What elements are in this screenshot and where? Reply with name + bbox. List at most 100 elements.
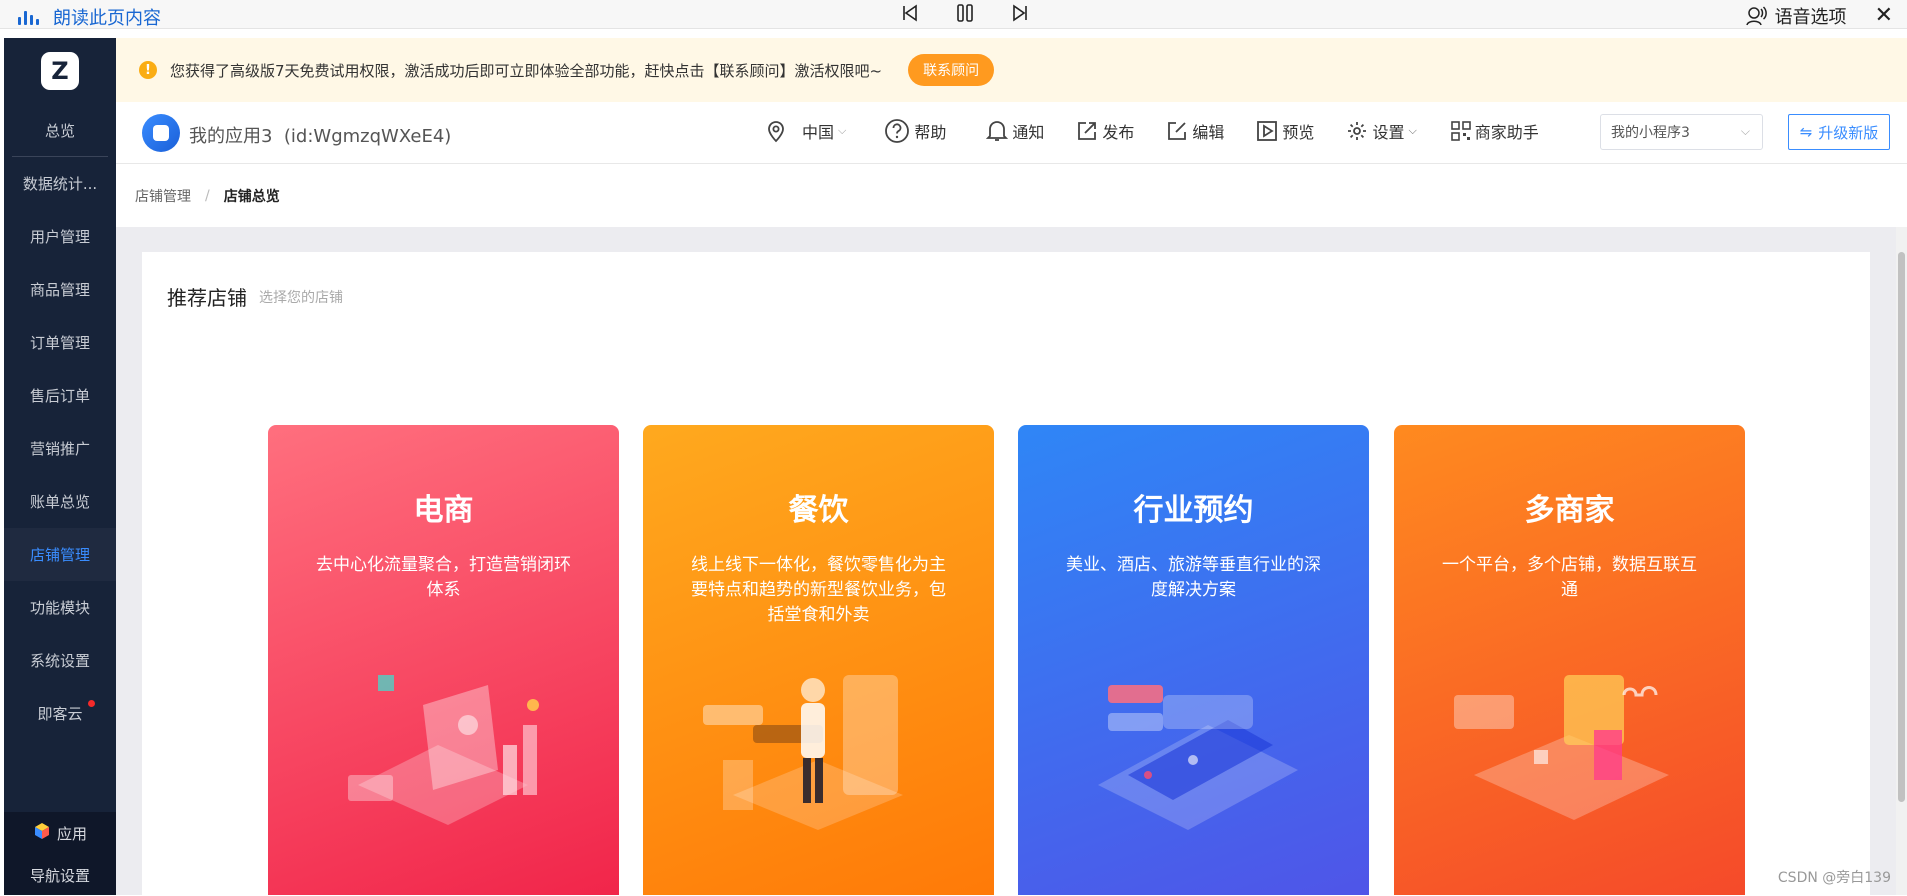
breadcrumb-item-store-management[interactable]: 店铺管理: [135, 186, 191, 206]
catering-illustration-icon: [693, 665, 943, 845]
sidebar-item-label: 总览: [45, 120, 75, 141]
sidebar-item-label: 用户管理: [30, 226, 90, 247]
sidebar-item-marketing[interactable]: 营销推广: [4, 422, 116, 475]
notify-label: 通知: [1012, 119, 1044, 143]
notification-dot: [88, 700, 95, 707]
help-icon: [884, 118, 910, 144]
sidebar-item-nav-settings[interactable]: 导航设置: [4, 854, 116, 896]
breadcrumb-item-store-overview: 店铺总览: [224, 186, 280, 206]
card-description: 线上线下一体化，餐饮零售化为主要特点和趋势的新型餐饮业务，包括堂食和外卖: [684, 553, 954, 628]
sidebar-item-jike-cloud[interactable]: 即客云: [4, 687, 116, 740]
sidebar-item-label: 订单管理: [30, 332, 90, 353]
sidebar-item-label: 应用: [57, 823, 87, 844]
swap-icon: ⇋: [1800, 123, 1813, 141]
edit-button[interactable]: 编辑: [1166, 119, 1224, 143]
chevron-down-icon: ⌵: [1408, 124, 1416, 138]
watermark: CSDN @旁白139: [1778, 867, 1891, 887]
region-select[interactable]: 中国 ⌵: [764, 119, 846, 143]
notify-button[interactable]: 通知: [986, 119, 1044, 143]
settings-label: 设置: [1372, 119, 1404, 143]
previous-icon[interactable]: [900, 3, 920, 23]
app-title: 我的应用3 (id:WgmzqWXeE4): [189, 122, 451, 148]
share-icon: [1076, 120, 1098, 142]
ecommerce-illustration-icon: [318, 665, 568, 845]
reservation-illustration-icon: [1068, 665, 1318, 845]
store-card-ecommerce[interactable]: 电商 去中心化流量聚合，打造营销闭环体系: [268, 425, 619, 895]
breadcrumb-separator: /: [205, 188, 210, 204]
sidebar-item-label: 数据统计...: [23, 173, 97, 194]
gear-icon: [1346, 120, 1368, 142]
chevron-down-icon: ⌵: [838, 124, 846, 138]
sidebar-item-label: 系统设置: [30, 650, 90, 671]
reader-toolbar: 朗读此页内容 语音选项 ✕: [0, 0, 1907, 29]
sidebar-item-orders[interactable]: 订单管理: [4, 316, 116, 369]
card-description: 一个平台，多个店铺，数据互联互通: [1435, 553, 1705, 603]
voice-icon: [1745, 5, 1767, 27]
mini-program-select[interactable]: 我的小程序3 ⌵: [1600, 114, 1763, 150]
sidebar-item-apps[interactable]: 应用: [4, 812, 116, 854]
read-aloud-button[interactable]: 朗读此页内容: [18, 4, 161, 30]
header-nav: 中国 ⌵ 帮助 通知 发布 编辑 预览 设置 ⌵ 商家: [764, 118, 1539, 144]
merchant-label: 商家助手: [1475, 119, 1539, 143]
logo[interactable]: Z: [4, 38, 116, 104]
card-title: 行业预约: [1018, 485, 1369, 529]
sidebar-item-overview[interactable]: 总览: [12, 104, 108, 157]
store-card-reservation[interactable]: 行业预约 美业、酒店、旅游等垂直行业的深度解决方案: [1018, 425, 1369, 895]
breadcrumb: 店铺管理 / 店铺总览: [116, 164, 1907, 227]
page-subtitle: 选择您的店铺: [259, 287, 343, 307]
multi-merchant-illustration-icon: [1444, 665, 1694, 845]
sidebar-item-after-sales[interactable]: 售后订单: [4, 369, 116, 422]
sidebar-item-stats[interactable]: 数据统计...: [4, 157, 116, 210]
mini-program-value: 我的小程序3: [1611, 122, 1690, 142]
sidebar-item-label: 功能模块: [30, 597, 90, 618]
region-label: 中国: [802, 119, 834, 143]
warning-icon: !: [139, 61, 157, 79]
store-card-multi-merchant[interactable]: 多商家 一个平台，多个店铺，数据互联互通: [1394, 425, 1745, 895]
read-aloud-label: 朗读此页内容: [53, 4, 161, 30]
sidebar-item-label: 商品管理: [30, 279, 90, 300]
app-avatar: [142, 114, 180, 152]
upgrade-button[interactable]: ⇋ 升级新版: [1788, 114, 1890, 150]
pause-icon[interactable]: [954, 2, 976, 24]
sidebar-item-label: 导航设置: [30, 865, 90, 886]
scrollbar-thumb[interactable]: [1898, 252, 1905, 802]
sidebar-item-system-settings[interactable]: 系统设置: [4, 634, 116, 687]
merchant-assistant-button[interactable]: 商家助手: [1451, 119, 1539, 143]
preview-button[interactable]: 预览: [1256, 119, 1314, 143]
preview-label: 预览: [1282, 119, 1314, 143]
bell-icon: [986, 119, 1008, 143]
page-title: 推荐店铺: [167, 282, 247, 311]
sidebar-item-modules[interactable]: 功能模块: [4, 581, 116, 634]
publish-label: 发布: [1102, 119, 1134, 143]
settings-button[interactable]: 设置 ⌵: [1346, 119, 1416, 143]
scrollbar[interactable]: [1896, 227, 1907, 895]
sidebar-bottom: 应用 导航设置: [4, 812, 116, 895]
voice-options-button[interactable]: 语音选项: [1775, 3, 1847, 29]
sidebar-item-label: 售后订单: [30, 385, 90, 406]
chevron-down-icon: ⌵: [1741, 124, 1750, 139]
sidebar-item-label: 即客云: [37, 703, 82, 724]
sidebar-item-label: 账单总览: [30, 491, 90, 512]
help-button[interactable]: 帮助: [884, 118, 946, 144]
playback-controls: [900, 2, 1030, 24]
close-icon[interactable]: ✕: [1875, 6, 1893, 26]
sidebar: Z 总览数据统计... 用户管理商品管理订单管理售后订单营销推广账单总览店铺管理功…: [4, 38, 116, 895]
sidebar-item-users[interactable]: 用户管理: [4, 210, 116, 263]
help-label: 帮助: [914, 119, 946, 143]
cube-icon: [33, 822, 51, 844]
sidebar-item-store[interactable]: 店铺管理: [4, 528, 116, 581]
app-name: 我的应用3: [189, 126, 272, 147]
publish-button[interactable]: 发布: [1076, 119, 1134, 143]
card-description: 美业、酒店、旅游等垂直行业的深度解决方案: [1059, 553, 1329, 603]
contact-advisor-button[interactable]: 联系顾问: [908, 54, 994, 86]
location-pin-icon: [764, 119, 788, 143]
sidebar-item-label: 营销推广: [30, 438, 90, 459]
next-icon[interactable]: [1010, 3, 1030, 23]
sidebar-item-goods[interactable]: 商品管理: [4, 263, 116, 316]
edit-icon: [1166, 120, 1188, 142]
store-card-catering[interactable]: 餐饮 线上线下一体化，餐饮零售化为主要特点和趋势的新型餐饮业务，包括堂食和外卖: [643, 425, 994, 895]
play-icon: [1256, 120, 1278, 142]
edit-label: 编辑: [1192, 119, 1224, 143]
sidebar-item-label: 店铺管理: [30, 544, 90, 565]
sidebar-item-bills[interactable]: 账单总览: [4, 475, 116, 528]
